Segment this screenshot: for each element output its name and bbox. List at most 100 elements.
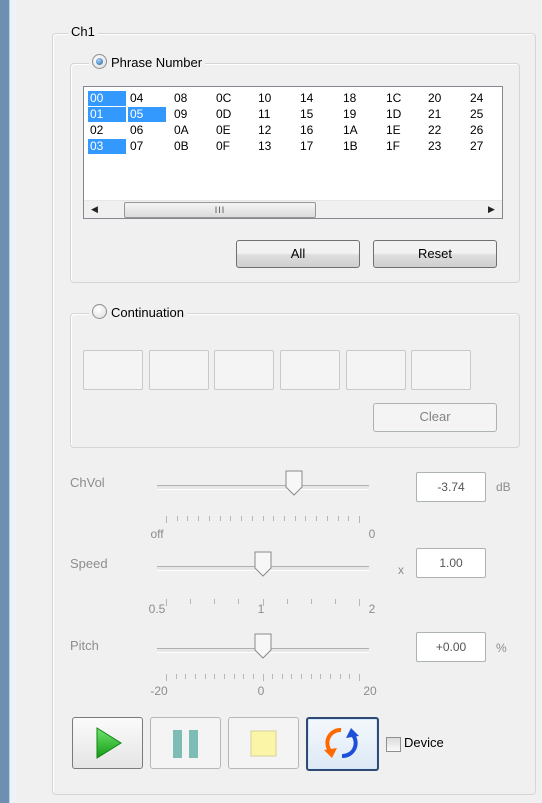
phrase-cell[interactable]: 08 (172, 91, 204, 106)
slider-tick (287, 599, 288, 604)
speed-slider-thumb[interactable] (254, 551, 272, 577)
phrase-cell[interactable]: 07 (128, 139, 160, 154)
slider-tick (253, 674, 254, 679)
phrase-cell[interactable]: 23 (426, 139, 458, 154)
slider-tick (190, 599, 191, 604)
continuation-radio[interactable]: Continuation (89, 304, 187, 321)
phrase-cell[interactable]: 21 (426, 107, 458, 122)
phrase-cell[interactable]: 0D (214, 107, 246, 122)
slider-tick (177, 516, 178, 521)
reset-button[interactable]: Reset (373, 240, 497, 268)
chvol-tick-min: off (150, 527, 164, 541)
scroll-thumb[interactable]: III (124, 202, 316, 218)
chvol-slider-track[interactable] (157, 485, 369, 490)
pitch-ticks (166, 674, 360, 681)
phrase-cell[interactable]: 15 (298, 107, 330, 122)
phrase-cell[interactable]: 01 (88, 107, 126, 122)
phrase-cell[interactable]: 14 (298, 91, 330, 106)
slider-tick (185, 674, 186, 679)
slider-tick (230, 516, 231, 521)
chvol-unit: dB (496, 480, 511, 494)
phrase-cell[interactable]: 25 (468, 107, 486, 122)
pitch-tick-min: -20 (150, 684, 168, 698)
play-button[interactable] (72, 717, 143, 769)
continuation-slot-3 (214, 350, 274, 390)
clear-button[interactable]: Clear (373, 403, 497, 432)
slider-tick (195, 674, 196, 679)
slider-tick (330, 674, 331, 679)
phrase-cell[interactable]: 20 (426, 91, 458, 106)
slider-tick (305, 516, 306, 521)
phrase-cell[interactable]: 1F (384, 139, 416, 154)
phrase-cell[interactable]: 27 (468, 139, 486, 154)
speed-value: 1.00 (416, 548, 486, 578)
pitch-tick-mid: 0 (257, 684, 265, 698)
phrase-cell[interactable]: 17 (298, 139, 330, 154)
phrase-cell[interactable]: 1B (341, 139, 373, 154)
channel-title: Ch1 (68, 24, 98, 40)
loop-icon (324, 728, 359, 758)
phrase-cell[interactable]: 0F (214, 139, 246, 154)
phrase-cell[interactable]: 1E (384, 123, 416, 138)
phrase-cell[interactable]: 11 (256, 107, 288, 122)
phrase-cell[interactable]: 1A (341, 123, 373, 138)
pitch-unit: % (496, 641, 507, 655)
chvol-tick-max: 0 (368, 527, 376, 541)
slider-tick (252, 516, 253, 521)
phrase-number-radio[interactable]: Phrase Number (89, 54, 206, 71)
phrase-cell[interactable]: 02 (88, 123, 120, 138)
pause-icon (173, 730, 198, 758)
slider-tick (224, 674, 225, 679)
chvol-label: ChVol (70, 475, 105, 490)
slider-tick (327, 516, 328, 521)
phrase-cell[interactable]: 16 (298, 123, 330, 138)
phrase-cell[interactable]: 26 (468, 123, 486, 138)
slider-tick (241, 516, 242, 521)
phrase-list[interactable]: 00 04 08 0C 10 14 18 1C 20 24 01 05 09 0D 11 15 19 1D 21 25… (83, 86, 503, 219)
slider-tick (214, 674, 215, 679)
phrase-cell[interactable]: 10 (256, 91, 288, 106)
phrase-cell[interactable]: 24 (468, 91, 486, 106)
loop-button[interactable] (306, 717, 379, 771)
phrase-cell[interactable]: 0A (172, 123, 204, 138)
all-button[interactable]: All (236, 240, 360, 268)
phrase-cell[interactable]: 00 (88, 91, 126, 106)
scroll-grip: III (214, 205, 226, 215)
phrase-cell[interactable]: 03 (88, 139, 126, 154)
slider-tick (198, 516, 199, 521)
slider-tick (349, 674, 350, 679)
window-edge (0, 0, 16, 803)
phrase-cell[interactable]: 1C (384, 91, 416, 106)
phrase-cell[interactable]: 19 (341, 107, 373, 122)
slider-tick (359, 674, 360, 681)
scroll-left-icon[interactable]: ◀ (86, 201, 103, 218)
slider-tick (282, 674, 283, 679)
phrase-cell[interactable]: 13 (256, 139, 288, 154)
stop-button[interactable] (228, 717, 299, 769)
chvol-slider-thumb[interactable] (285, 470, 303, 496)
phrase-cell[interactable]: 04 (128, 91, 160, 106)
phrase-cell[interactable]: 06 (128, 123, 160, 138)
slider-tick (311, 599, 312, 604)
phrase-cell[interactable]: 0E (214, 123, 246, 138)
device-checkbox[interactable] (386, 737, 401, 752)
slider-tick (340, 674, 341, 679)
slider-tick (214, 599, 215, 604)
pause-button[interactable] (150, 717, 221, 769)
phrase-cell[interactable]: 0C (214, 91, 246, 106)
phrase-cell[interactable]: 12 (256, 123, 288, 138)
phrase-cell[interactable]: 05 (128, 107, 166, 122)
scroll-right-icon[interactable]: ▶ (483, 201, 500, 218)
pitch-slider-thumb[interactable] (254, 633, 272, 659)
phrase-cell[interactable]: 18 (341, 91, 373, 106)
phrase-cell[interactable]: 22 (426, 123, 458, 138)
phrase-cell[interactable]: 09 (172, 107, 204, 122)
phrase-list-scrollbar[interactable]: ◀ III ▶ (84, 200, 502, 218)
slider-tick (301, 674, 302, 679)
pitch-label: Pitch (70, 638, 99, 653)
continuation-slot-6 (411, 350, 471, 390)
phrase-cell[interactable]: 1D (384, 107, 416, 122)
phrase-cell[interactable]: 0B (172, 139, 204, 154)
pitch-tick-max: 20 (363, 684, 377, 698)
chvol-value: -3.74 (416, 472, 486, 502)
